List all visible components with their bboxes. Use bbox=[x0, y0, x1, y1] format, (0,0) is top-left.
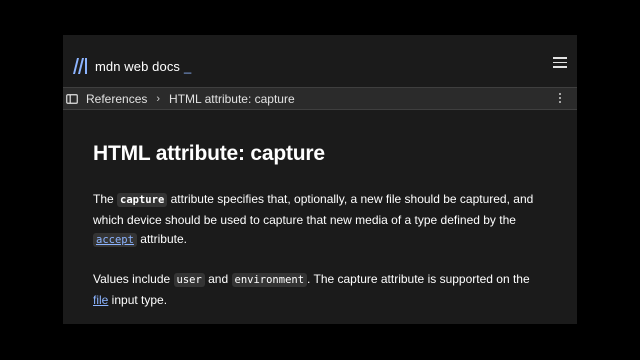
mdn-m-icon bbox=[73, 58, 87, 74]
mdn-logo[interactable]: mdn web docs _ bbox=[71, 55, 191, 77]
hamburger-menu-icon[interactable] bbox=[553, 57, 567, 69]
accept-link[interactable]: accept bbox=[93, 232, 137, 248]
sidebar-toggle-icon[interactable] bbox=[66, 93, 78, 104]
logo-cursor: _ bbox=[184, 58, 192, 74]
values-paragraph: Values include user and environment. The… bbox=[93, 270, 543, 310]
breadcrumb-item-current[interactable]: HTML attribute: capture bbox=[169, 92, 295, 106]
browser-viewport: mdn web docs _ References › HTML attribu… bbox=[63, 35, 577, 324]
text: The bbox=[93, 192, 118, 206]
description-paragraph: The capture attribute specifies that, op… bbox=[93, 190, 543, 251]
logo-text: mdn web docs bbox=[95, 58, 181, 74]
page-title: HTML attribute: capture bbox=[93, 142, 325, 165]
kebab-menu-icon[interactable] bbox=[557, 93, 563, 105]
text: and bbox=[204, 272, 232, 286]
breadcrumb: References › HTML attribute: capture bbox=[63, 87, 577, 110]
inline-code-accept: accept bbox=[93, 233, 137, 248]
file-link[interactable]: file bbox=[93, 293, 108, 307]
inline-code-user: user bbox=[173, 273, 205, 287]
text: attribute. bbox=[136, 232, 187, 247]
text: input type. bbox=[108, 292, 168, 307]
breadcrumb-item-references[interactable]: References bbox=[86, 92, 147, 106]
inline-code-environment: environment bbox=[231, 273, 308, 287]
inline-code-capture: capture bbox=[117, 193, 168, 207]
breadcrumb-separator-icon: › bbox=[156, 92, 161, 105]
text: . The capture attribute is supported on … bbox=[307, 272, 530, 286]
text: Values include bbox=[93, 272, 174, 286]
top-navigation: mdn web docs _ bbox=[63, 35, 577, 87]
